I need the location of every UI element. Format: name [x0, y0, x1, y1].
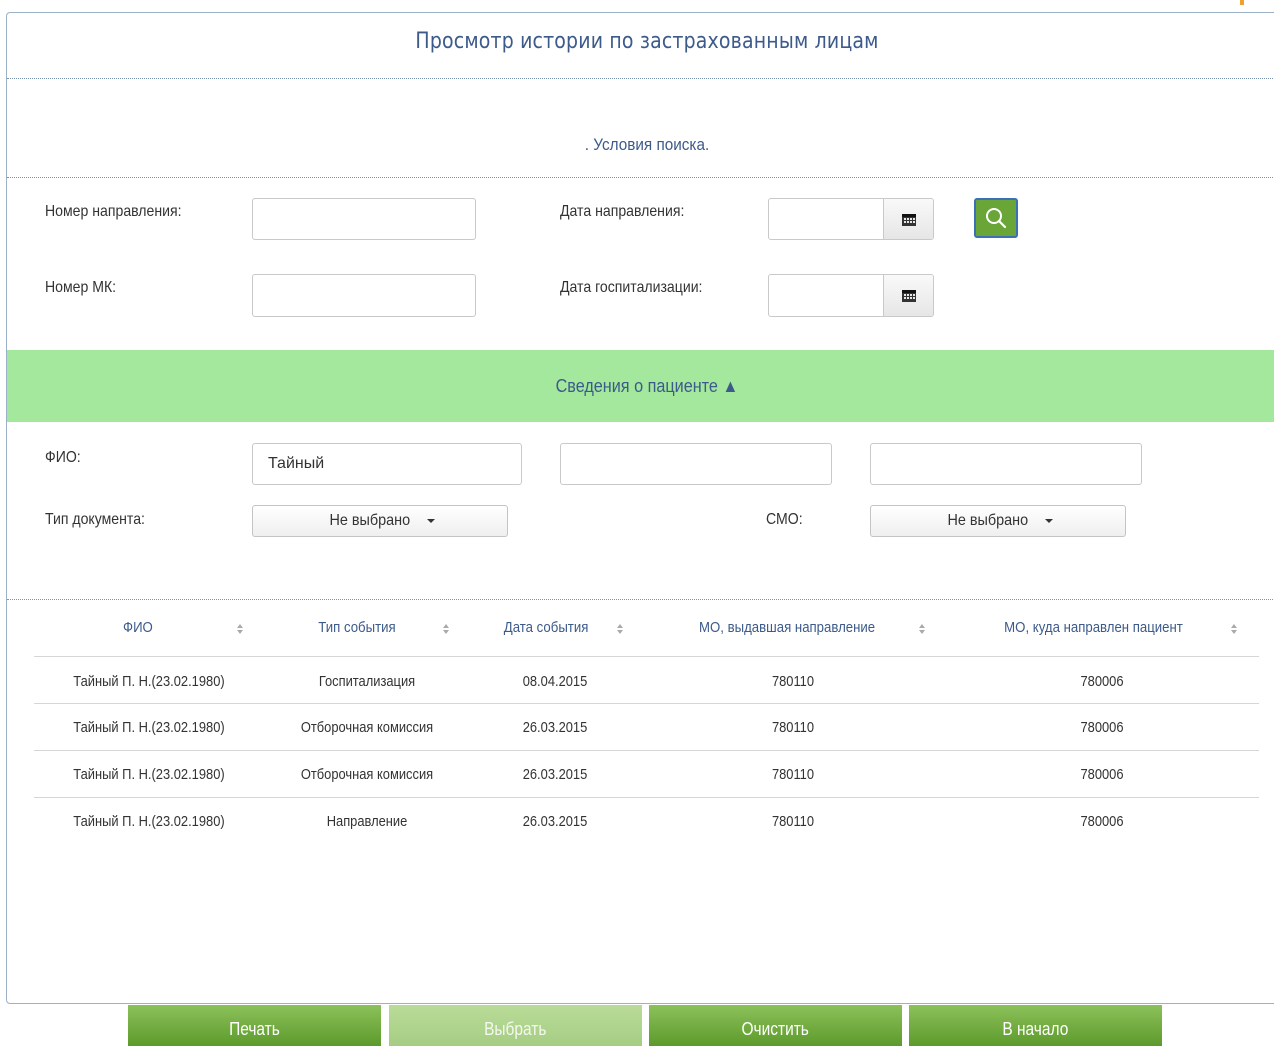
cell-fio: Тайный П. Н.(23.02.1980): [73, 673, 225, 690]
cell-event-date: 08.04.2015: [522, 673, 588, 690]
calendar-icon: [901, 290, 916, 302]
cell-event-type: Отборочная комиссия: [300, 766, 434, 783]
smo-value: Не выбрано: [947, 512, 1029, 529]
title-divider: [7, 78, 1274, 79]
cell-fio: Тайный П. Н.(23.02.1980): [73, 813, 225, 830]
hospitalization-date-calendar-button[interactable]: [883, 275, 933, 316]
cell-target-mo: 780006: [1080, 766, 1124, 783]
cell-referring-mo: 780110: [771, 673, 815, 690]
select-button[interactable]: Выбрать: [389, 1005, 642, 1046]
hospitalization-date-input[interactable]: [769, 275, 884, 315]
referral-date-label: Дата направления:: [560, 203, 685, 220]
cell-event-date: 26.03.2015: [522, 766, 588, 783]
column-header-fio[interactable]: ФИО: [123, 619, 153, 636]
doc-type-value: Не выбрано: [329, 512, 411, 529]
column-header-event-date[interactable]: Дата события: [504, 619, 589, 636]
cell-referring-mo: 780110: [771, 813, 815, 830]
cell-target-mo: 780006: [1080, 673, 1124, 690]
caret-down-icon: [1044, 519, 1053, 523]
cell-event-type: Отборочная комиссия: [300, 719, 434, 736]
cell-fio: Тайный П. Н.(23.02.1980): [73, 766, 225, 783]
smo-select[interactable]: Не выбрано: [870, 505, 1126, 537]
patient-section-toggle[interactable]: Сведения о пациенте ▲: [7, 350, 1274, 422]
cell-referring-mo: 780110: [771, 766, 815, 783]
cell-target-mo: 780006: [1080, 813, 1124, 830]
search-divider: [7, 177, 1274, 178]
referral-number-input[interactable]: [252, 198, 476, 240]
column-header-referring-mo[interactable]: МО, выдавшая направление: [699, 619, 875, 636]
referral-number-label: Номер направления:: [45, 203, 182, 220]
mk-number-input[interactable]: [252, 274, 476, 317]
sort-icon[interactable]: [616, 623, 624, 635]
sort-icon[interactable]: [236, 623, 244, 635]
hospitalization-date-label: Дата госпитализации:: [560, 279, 703, 296]
results-divider: [7, 599, 1274, 600]
search-icon: [986, 208, 1007, 229]
patient-section-title: Сведения о пациенте ▲: [555, 376, 739, 396]
fio-label: ФИО:: [45, 449, 81, 466]
middle-name-input[interactable]: [870, 443, 1142, 485]
cell-event-date: 26.03.2015: [522, 719, 588, 736]
calendar-icon: [901, 213, 916, 226]
sort-icon[interactable]: [442, 623, 450, 635]
cell-referring-mo: 780110: [771, 719, 815, 736]
column-header-target-mo[interactable]: МО, куда направлен пациент: [1004, 619, 1183, 636]
cell-fio: Тайный П. Н.(23.02.1980): [73, 719, 225, 736]
referral-date-input[interactable]: [769, 199, 884, 239]
referral-date-picker: [768, 198, 934, 240]
doc-type-label: Тип документа:: [45, 511, 145, 528]
page-title: Просмотр истории по застрахованным лицам: [415, 29, 879, 54]
clear-button[interactable]: Очистить: [649, 1005, 902, 1046]
main-panel: Просмотр истории по застрахованным лицам…: [6, 12, 1274, 1004]
doc-type-select[interactable]: Не выбрано: [252, 505, 508, 537]
mk-number-label: Номер МК:: [45, 279, 117, 296]
caret-down-icon: [426, 519, 435, 523]
referral-date-calendar-button[interactable]: [883, 199, 933, 239]
print-button[interactable]: Печать: [128, 1005, 381, 1046]
sort-icon[interactable]: [1230, 623, 1238, 635]
smo-label: СМО:: [766, 511, 803, 528]
column-header-event-type[interactable]: Тип события: [318, 619, 395, 636]
corner-marker: [1240, 0, 1244, 5]
search-button[interactable]: [974, 198, 1018, 238]
hospitalization-date-picker: [768, 274, 934, 317]
cell-target-mo: 780006: [1080, 719, 1124, 736]
first-name-input[interactable]: [560, 443, 832, 485]
sort-icon[interactable]: [918, 623, 926, 635]
search-section-title: . Условия поиска.: [584, 135, 710, 154]
cell-event-type: Направление: [326, 813, 408, 830]
cell-event-date: 26.03.2015: [522, 813, 588, 830]
last-name-input[interactable]: [252, 443, 522, 485]
cell-event-type: Госпитализация: [318, 673, 416, 690]
home-button[interactable]: В начало: [909, 1005, 1162, 1046]
